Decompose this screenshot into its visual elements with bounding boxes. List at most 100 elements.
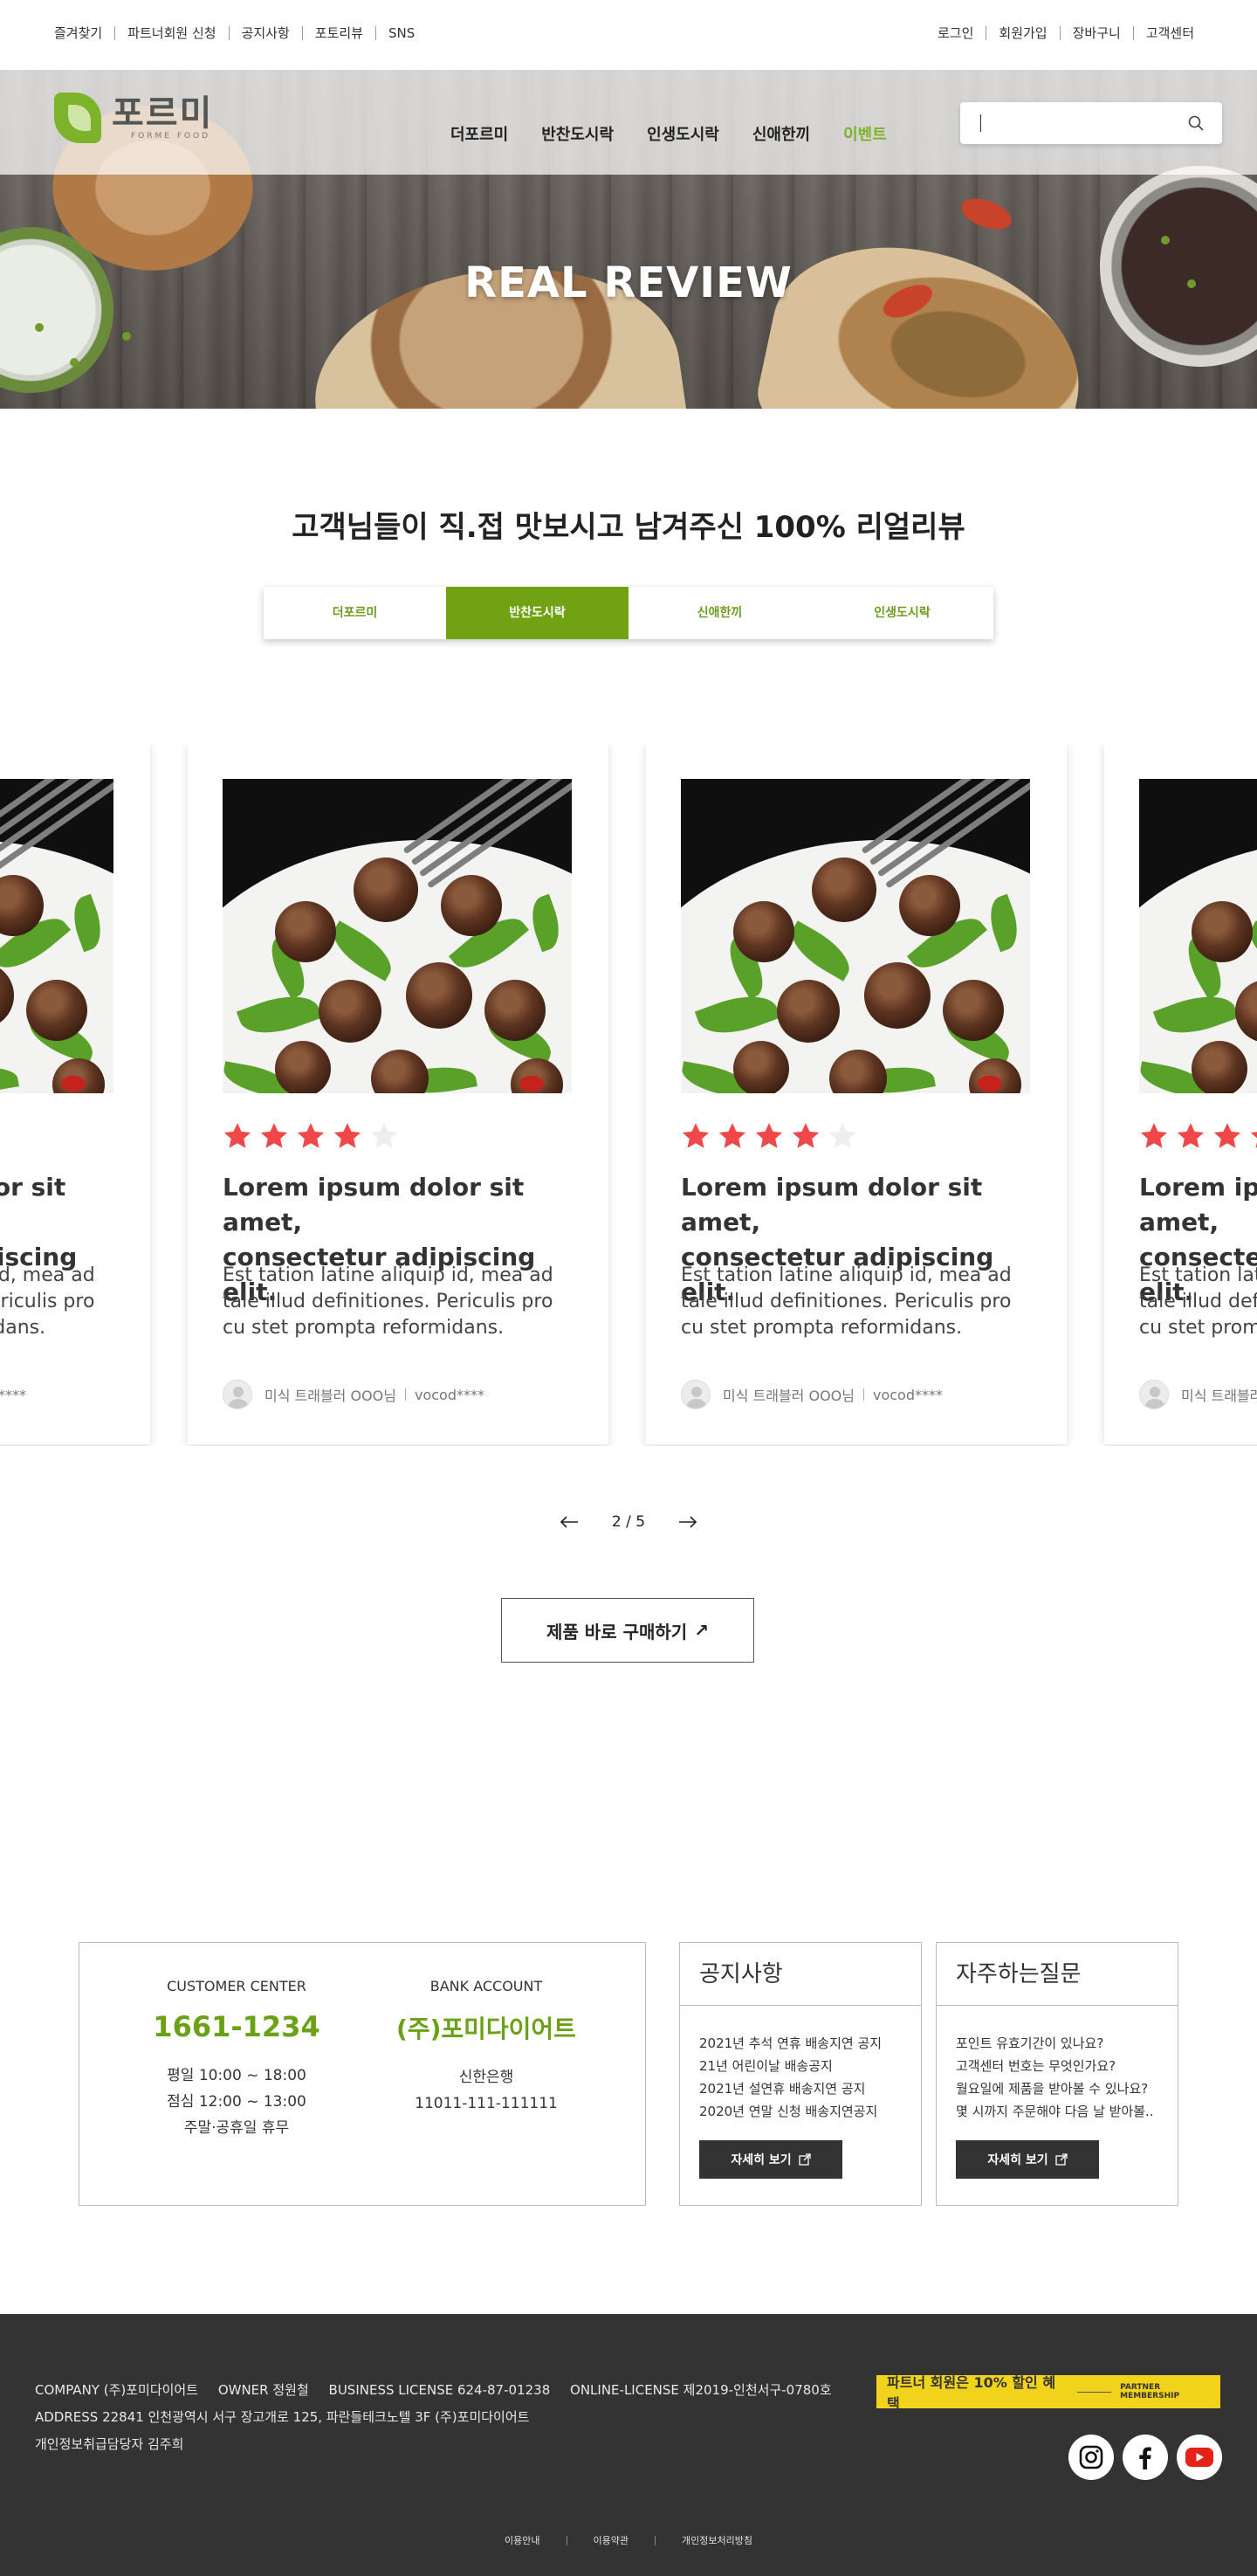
leaf-logo-icon bbox=[54, 93, 101, 143]
nav-item-the-forme[interactable]: 더포르미 bbox=[450, 122, 508, 145]
customer-center-link[interactable]: 고객센터 bbox=[1132, 26, 1194, 40]
meta-divider bbox=[405, 1388, 406, 1401]
notice-item[interactable]: 2021년 추석 연휴 배송지연 공지 bbox=[699, 2032, 921, 2055]
tab-shinae-meal[interactable]: 신애한끼 bbox=[628, 587, 811, 639]
review-card[interactable]: Lorem ipsum dolor sit amet,consectetur a… bbox=[646, 744, 1067, 1444]
nav-item-shinae-meal[interactable]: 신애한끼 bbox=[752, 122, 810, 145]
facebook-icon[interactable] bbox=[1123, 2435, 1168, 2480]
nav-item-event[interactable]: 이벤트 bbox=[843, 122, 887, 145]
photo-meatball bbox=[26, 980, 87, 1041]
review-card[interactable]: Lorem ipsum dolor sit amet,consectetur a… bbox=[0, 744, 150, 1444]
customer-center-label: CUSTOMER CENTER bbox=[167, 1978, 306, 1994]
utility-links-right: 로그인 회원가입 장바구니 고객센터 bbox=[938, 26, 1194, 40]
notice-item[interactable]: 21년 어린이날 배송공지 bbox=[699, 2055, 921, 2077]
youtube-icon[interactable] bbox=[1177, 2435, 1222, 2480]
login-link[interactable]: 로그인 bbox=[938, 26, 986, 40]
brand-logo[interactable]: 포르미 FORME FOOD bbox=[54, 93, 213, 143]
review-card[interactable]: Lorem ipsum dolor sit amet,consectetur a… bbox=[188, 744, 608, 1444]
util-sns-link[interactable]: SNS bbox=[374, 26, 415, 40]
star-filled-icon bbox=[223, 1123, 251, 1148]
footer-link-terms[interactable]: 이용약관 bbox=[566, 2536, 655, 2545]
photo-ketchup bbox=[978, 1076, 1002, 1092]
hero-herb bbox=[1161, 236, 1170, 245]
company-info: COMPANY (주)포미다이어트 OWNER 정원철 BUSINESS LIC… bbox=[35, 2377, 848, 2458]
util-bookmark-link[interactable]: 즐겨찾기 bbox=[54, 26, 114, 40]
hero-title: REAL REVIEW bbox=[464, 258, 793, 307]
tab-life-lunchbox[interactable]: 인생도시락 bbox=[811, 587, 993, 639]
global-nav: 더포르미 반찬도시락 인생도시락 신애한끼 이벤트 bbox=[450, 122, 887, 145]
footer-links: 이용안내 이용약관 개인정보처리방침 bbox=[0, 2536, 1257, 2545]
company-address: ADDRESS 22841 인천광역시 서구 장고개로 125, 파란들테크노텔… bbox=[35, 2409, 530, 2425]
review-body-line: tale illud definitiones. Periculis pro bbox=[0, 1291, 95, 1312]
review-title-line: Lorem ipsum dolor sit amet, bbox=[681, 1173, 983, 1236]
review-carousel: Lorem ipsum dolor sit amet,consectetur a… bbox=[0, 744, 1257, 1446]
photo-meatball bbox=[777, 980, 840, 1043]
tab-side-dish-lunchbox[interactable]: 반찬도시락 bbox=[446, 587, 628, 639]
faq-item[interactable]: 몇 시까지 주문해야 다음 날 받아볼.. bbox=[956, 2100, 1178, 2123]
photo-meatball bbox=[733, 901, 794, 962]
faq-item[interactable]: 고객센터 번호는 무엇인가요? bbox=[956, 2055, 1178, 2077]
partner-membership-banner[interactable]: 파트너 회원은 10% 할인 혜택 PARTNER MEMBERSHIP bbox=[876, 2374, 1220, 2412]
tab-the-forme[interactable]: 더포르미 bbox=[264, 587, 446, 639]
customer-center-block: CUSTOMER CENTER 1661-1234 평일 10:00 ~ 18:… bbox=[123, 1978, 350, 2141]
buy-now-button[interactable]: 제품 바로 구매하기 ↗ bbox=[501, 1598, 754, 1663]
notice-item[interactable]: 2021년 설연휴 배송지연 공지 bbox=[699, 2077, 921, 2100]
review-meta: 미식 트래블러 OOO님vocod**** bbox=[1139, 1380, 1257, 1409]
nav-item-side-dish-lunchbox[interactable]: 반찬도시락 bbox=[541, 122, 614, 145]
faq-more-button[interactable]: 자세히 보기 bbox=[956, 2140, 1099, 2179]
business-license: BUSINESS LICENSE 624-87-01238 bbox=[328, 2382, 551, 2398]
faq-list: 포인트 유효기간이 있나요? 고객센터 번호는 무엇인가요? 월요일에 제품을 … bbox=[937, 2006, 1178, 2123]
search-icon[interactable] bbox=[1187, 114, 1205, 132]
partner-banner-text: 파트너 회원은 10% 할인 혜택 bbox=[887, 2374, 1056, 2412]
partner-banner-divider bbox=[1076, 2391, 1112, 2393]
review-body: Est tation latine aliquip id, mea ad tale… bbox=[223, 1263, 572, 1341]
faq-item[interactable]: 포인트 유효기간이 있나요? bbox=[956, 2032, 1178, 2055]
customer-center-phone[interactable]: 1661-1234 bbox=[123, 2010, 350, 2043]
search-input[interactable] bbox=[960, 102, 1170, 144]
section-title-pre: 고객님들이 직.접 맛보시고 남겨주신 bbox=[292, 510, 754, 545]
review-body-line: cu stet prompta reformidans. bbox=[1139, 1317, 1257, 1339]
hours-lunch: 점심 12:00 ~ 13:00 bbox=[167, 2093, 306, 2111]
text-caret bbox=[980, 114, 981, 132]
util-photo-review-link[interactable]: 포토리뷰 bbox=[301, 26, 375, 40]
util-notice-link[interactable]: 공지사항 bbox=[228, 26, 302, 40]
company-name: COMPANY (주)포미다이어트 bbox=[35, 2382, 199, 2398]
util-partner-apply-link[interactable]: 파트너회원 신청 bbox=[114, 26, 228, 40]
logo-subtitle: FORME FOOD bbox=[131, 132, 211, 141]
review-body-line: cu stet prompta reformidans. bbox=[223, 1317, 505, 1339]
instagram-icon[interactable] bbox=[1068, 2435, 1114, 2480]
photo-meatball bbox=[943, 980, 1004, 1041]
photo-meatball bbox=[733, 1041, 789, 1093]
faq-more-label: 자세히 보기 bbox=[987, 2153, 1048, 2167]
notice-list: 2021년 추석 연휴 배송지연 공지 21년 어린이날 배송공지 2021년 … bbox=[680, 2006, 921, 2123]
review-body-line: tale illud definitiones. Periculis pro bbox=[681, 1291, 1012, 1312]
footer-link-guide[interactable]: 이용안내 bbox=[478, 2536, 566, 2545]
utility-bar: 즐겨찾기 파트너회원 신청 공지사항 포토리뷰 SNS 로그인 회원가입 장바구… bbox=[0, 0, 1257, 70]
online-license: ONLINE-LICENSE 제2019-인천서구-0780호 bbox=[570, 2382, 832, 2398]
cart-link[interactable]: 장바구니 bbox=[1059, 26, 1133, 40]
notice-more-button[interactable]: 자세히 보기 bbox=[699, 2140, 842, 2179]
review-author: 미식 트래블러 OOO님 bbox=[264, 1388, 396, 1404]
bank-account-label: BANK ACCOUNT bbox=[429, 1978, 543, 1994]
star-filled-icon bbox=[333, 1123, 361, 1148]
review-card[interactable]: Lorem ipsum dolor sit amet,consectetur a… bbox=[1104, 744, 1257, 1444]
bank-name: 신한은행 bbox=[458, 2069, 514, 2086]
company-owner: OWNER 정원철 bbox=[217, 2382, 309, 2398]
review-body-line: Est tation latine aliquip id, mea ad bbox=[223, 1264, 553, 1286]
signup-link[interactable]: 회원가입 bbox=[986, 26, 1059, 40]
section-title-post: 리얼리뷰 bbox=[845, 510, 965, 545]
nav-item-life-lunchbox[interactable]: 인생도시락 bbox=[647, 122, 719, 145]
footer-link-privacy[interactable]: 개인정보처리방침 bbox=[655, 2536, 779, 2545]
arrow-right-icon[interactable] bbox=[677, 1513, 698, 1531]
bank-account-number: 11011-111-111111 bbox=[415, 2095, 558, 2112]
photo-meatball bbox=[484, 980, 546, 1041]
bank-account-holder: (주)포미다이어트 bbox=[396, 2015, 576, 2043]
faq-item[interactable]: 월요일에 제품을 받아볼 수 있나요? bbox=[956, 2077, 1178, 2100]
review-body-line: Est tation latine aliquip id, mea ad bbox=[1139, 1264, 1257, 1286]
faq-box: 자주하는질문 포인트 유효기간이 있나요? 고객센터 번호는 무엇인가요? 월요… bbox=[936, 1942, 1178, 2206]
star-filled-icon bbox=[1250, 1132, 1257, 1148]
hero-herb bbox=[122, 332, 131, 341]
arrow-left-icon[interactable] bbox=[559, 1513, 580, 1531]
external-link-icon bbox=[1054, 2153, 1068, 2166]
notice-item[interactable]: 2020년 연말 신청 배송지연공지 bbox=[699, 2100, 921, 2123]
